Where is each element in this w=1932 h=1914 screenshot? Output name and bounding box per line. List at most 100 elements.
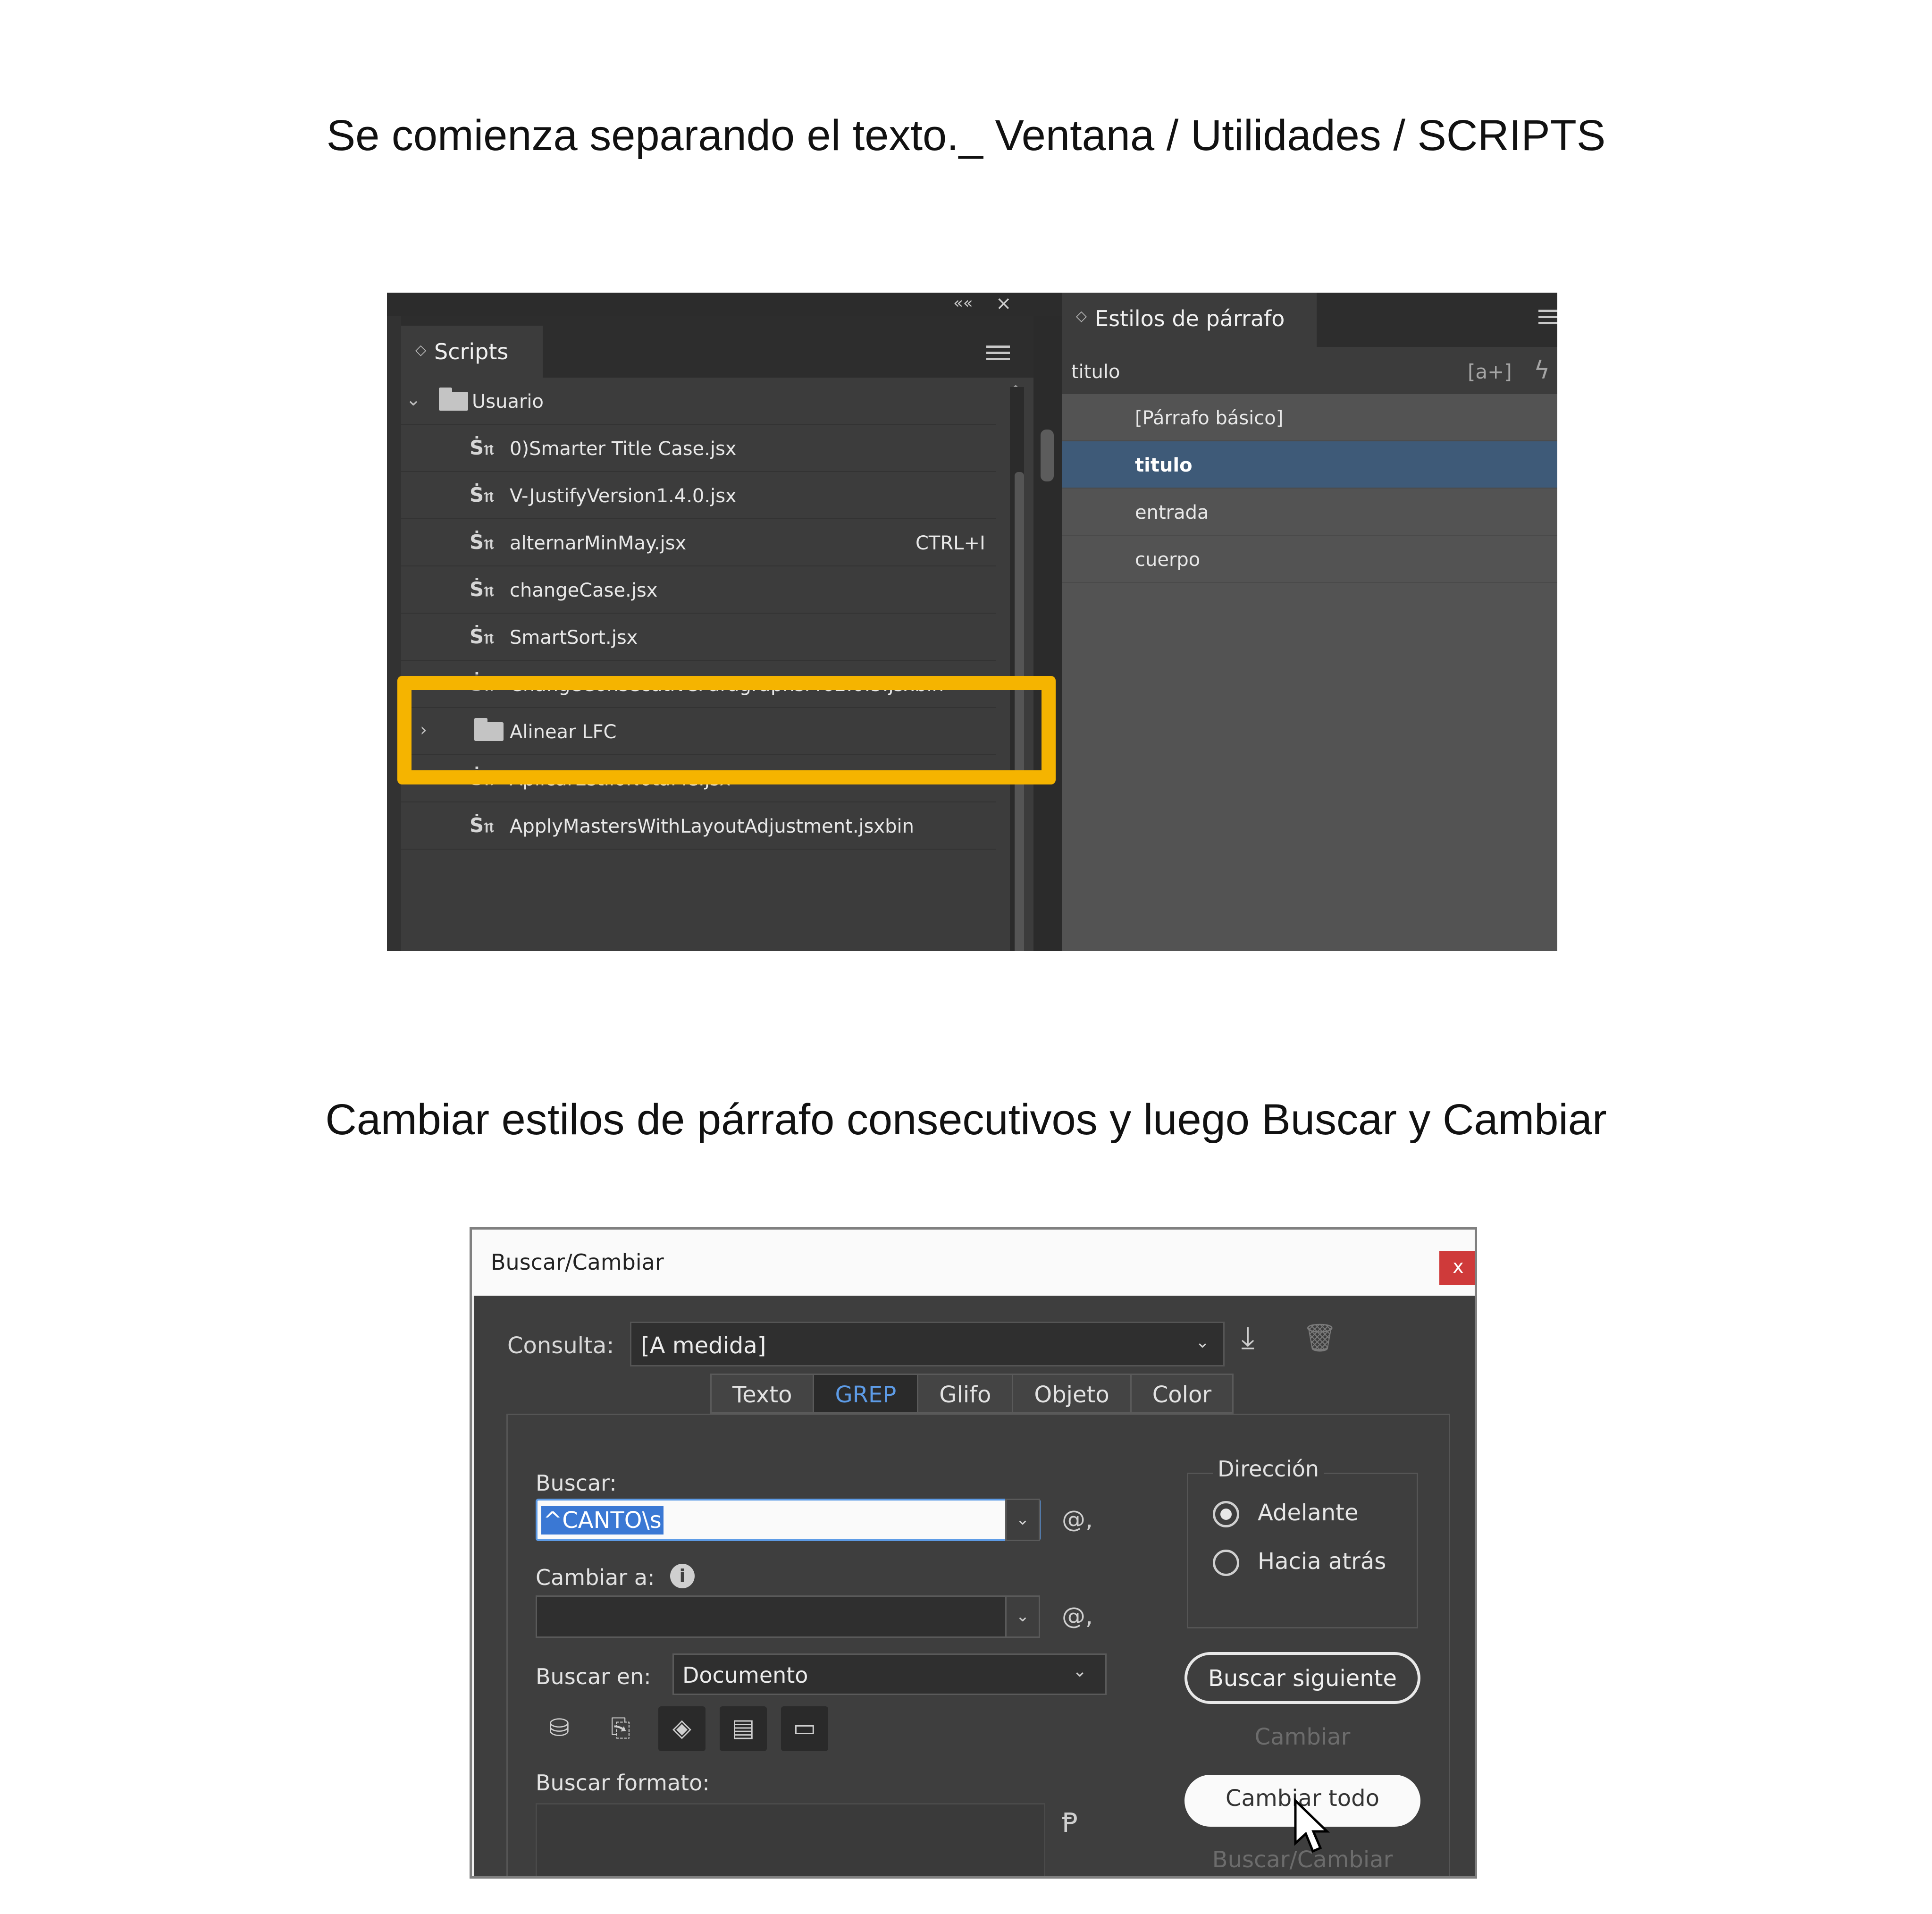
chevron-down-icon: ⌄ [1195,1332,1210,1352]
script-label: Usuario [472,391,544,413]
special-chars-icon[interactable]: @, [1062,1506,1093,1533]
find-input[interactable]: ^CANTO\s [536,1499,1041,1541]
styles-menu-icon[interactable] [1538,310,1557,328]
direction-label: Dirección [1213,1456,1324,1482]
tab-paragraph-styles[interactable]: ◇ Estilos de párrafo [1062,293,1317,347]
panel-divider[interactable] [1033,316,1062,951]
script-row[interactable]: Ṡ𝔫 alternarMinMay.jsx CTRL+I [401,519,996,566]
close-panel-icon[interactable]: × [996,293,1012,314]
script-label: V-JustifyVersion1.4.0.jsx [510,485,737,507]
chevron-down-icon[interactable]: ⌄ [406,389,421,410]
format-settings-icon[interactable]: Ᵽ [1062,1808,1078,1838]
change-button[interactable]: Cambiar [1184,1713,1420,1765]
find-format-label: Buscar formato: [536,1770,710,1796]
scripts-tab-bar: ◇ Scripts [401,316,1033,378]
tab-scripts-label: Scripts [434,339,509,364]
style-list: [Párrafo básico] titulo entrada cuerpo [1062,394,1557,583]
include-master-pages-icon[interactable]: ▤ [720,1706,767,1751]
dialog-titlebar: Buscar/Cambiar x [472,1230,1475,1296]
script-icon: Ṡ𝔫 [470,531,494,554]
style-label: cuerpo [1135,549,1201,571]
save-query-icon[interactable]: ⤓ [1241,1320,1254,1355]
find-next-button[interactable]: Buscar siguiente [1184,1652,1420,1704]
tab-objeto[interactable]: Objeto [1012,1374,1132,1414]
change-history-dropdown[interactable]: ⌄ [1005,1595,1040,1638]
query-select[interactable]: [A medida] ⌄ [630,1322,1225,1366]
trash-icon[interactable]: 🗑 [1302,1322,1337,1354]
dialog-title: Buscar/Cambiar [491,1249,664,1275]
shortcut-label: CTRL+I [916,532,985,554]
script-label: ApplyMastersWithLayoutAdjustment.jsxbin [510,816,915,837]
radio-forward-label[interactable]: Adelante [1258,1500,1359,1526]
tab-arrows-icon: ◇ [415,342,427,358]
script-icon: Ṡ𝔫 [470,483,494,506]
tab-glifo[interactable]: Glifo [917,1374,1014,1414]
include-footnotes-icon[interactable]: ▭ [781,1706,828,1751]
folder-row[interactable]: ⌄ Usuario [401,378,996,425]
include-hidden-layers-icon[interactable]: ◈ [658,1706,706,1751]
style-label: titulo [1135,455,1193,476]
search-in-value: Documento [682,1662,808,1688]
tab-texto[interactable]: Texto [710,1374,815,1414]
highlight-box [397,676,1056,784]
tab-color[interactable]: Color [1130,1374,1234,1414]
paragraph-styles-panel: ◇ Estilos de párrafo titulo [a+] ϟ [Párr… [1062,293,1557,951]
panel-menu-icon[interactable] [986,346,1010,360]
query-value: [A medida] [641,1332,766,1359]
change-input[interactable] [536,1595,1008,1638]
script-row[interactable]: Ṡ𝔫 0)Smarter Title Case.jsx [401,425,996,472]
chevron-down-icon: ⌄ [1073,1661,1087,1681]
scripts-screenshot: «« × ◇ Scripts ⌄ Usuario Ṡ𝔫 0)Smarter Title… [387,293,1557,951]
find-input-value: ^CANTO\s [541,1506,664,1535]
script-label: 0)Smarter Title Case.jsx [510,438,737,460]
scripts-panel: ◇ Scripts ⌄ Usuario Ṡ𝔫 0)Smarter Title Case… [401,316,1033,951]
script-icon: Ṡ𝔫 [470,436,494,459]
script-row[interactable]: Ṡ𝔫 SmartSort.jsx [401,614,996,661]
script-icon: Ṡ𝔫 [470,578,494,601]
collapse-panel-icon[interactable]: «« [953,294,973,312]
search-in-label: Buscar en: [536,1664,651,1689]
caption-find-change-step: Cambiar estilos de párrafo consecutivos … [325,1096,1607,1144]
tab-arrows-icon: ◇ [1076,308,1087,324]
include-locked-layers-icon[interactable]: ⛁ [536,1706,583,1751]
style-label: entrada [1135,502,1209,523]
tab-paragraph-styles-label: Estilos de párrafo [1095,306,1285,331]
current-style-row: titulo [a+] ϟ [1062,347,1557,394]
quick-apply-icon[interactable]: ϟ [1534,356,1550,385]
divider-scroll-thumb[interactable] [1041,430,1054,481]
script-row[interactable]: Ṡ𝔫 changeCase.jsx [401,566,996,614]
script-row[interactable]: Ṡ𝔫 V-JustifyVersion1.4.0.jsx [401,472,996,519]
radio-backward[interactable] [1213,1550,1239,1576]
script-icon: Ṡ𝔫 [470,625,494,648]
query-label: Consulta: [507,1332,614,1359]
dialog-body: Consulta: [A medida] ⌄ ⤓ 🗑 Texto GREP Glif… [474,1296,1475,1876]
script-label: SmartSort.jsx [510,627,638,649]
tab-grep[interactable]: GREP [813,1374,919,1414]
script-row[interactable]: Ṡ𝔫 ApplyMastersWithLayoutAdjustment.jsxbi… [401,802,996,850]
current-style-label: titulo [1071,361,1120,383]
change-label: Cambiar a: [536,1565,655,1590]
tab-scripts[interactable]: ◇ Scripts [401,326,543,378]
mouse-cursor-icon [1294,1798,1330,1853]
find-label: Buscar: [536,1470,617,1496]
special-chars-icon[interactable]: @, [1062,1602,1093,1630]
style-label: [Párrafo básico] [1135,407,1284,429]
info-icon: i [670,1564,695,1588]
search-in-select[interactable]: Documento ⌄ [672,1653,1107,1695]
find-change-dialog: Buscar/Cambiar x Consulta: [A medida] ⌄ … [470,1227,1477,1879]
new-style-icon[interactable]: [a+] [1468,360,1512,383]
find-format-box[interactable] [536,1803,1045,1876]
radio-backward-label[interactable]: Hacia atrás [1258,1548,1386,1575]
script-label: alternarMinMay.jsx [510,532,687,554]
find-history-dropdown[interactable]: ⌄ [1005,1499,1040,1541]
style-row[interactable]: titulo [1062,441,1557,489]
include-locked-stories-icon[interactable]: ⎘ [597,1706,644,1751]
script-icon: Ṡ𝔫 [470,814,494,837]
style-row[interactable]: cuerpo [1062,536,1557,583]
style-row[interactable]: entrada [1062,489,1557,536]
styles-tab-bar: ◇ Estilos de párrafo [1062,293,1557,347]
script-label: changeCase.jsx [510,580,658,601]
radio-forward[interactable] [1213,1501,1239,1527]
style-row[interactable]: [Párrafo básico] [1062,394,1557,441]
close-button[interactable]: x [1439,1251,1475,1285]
